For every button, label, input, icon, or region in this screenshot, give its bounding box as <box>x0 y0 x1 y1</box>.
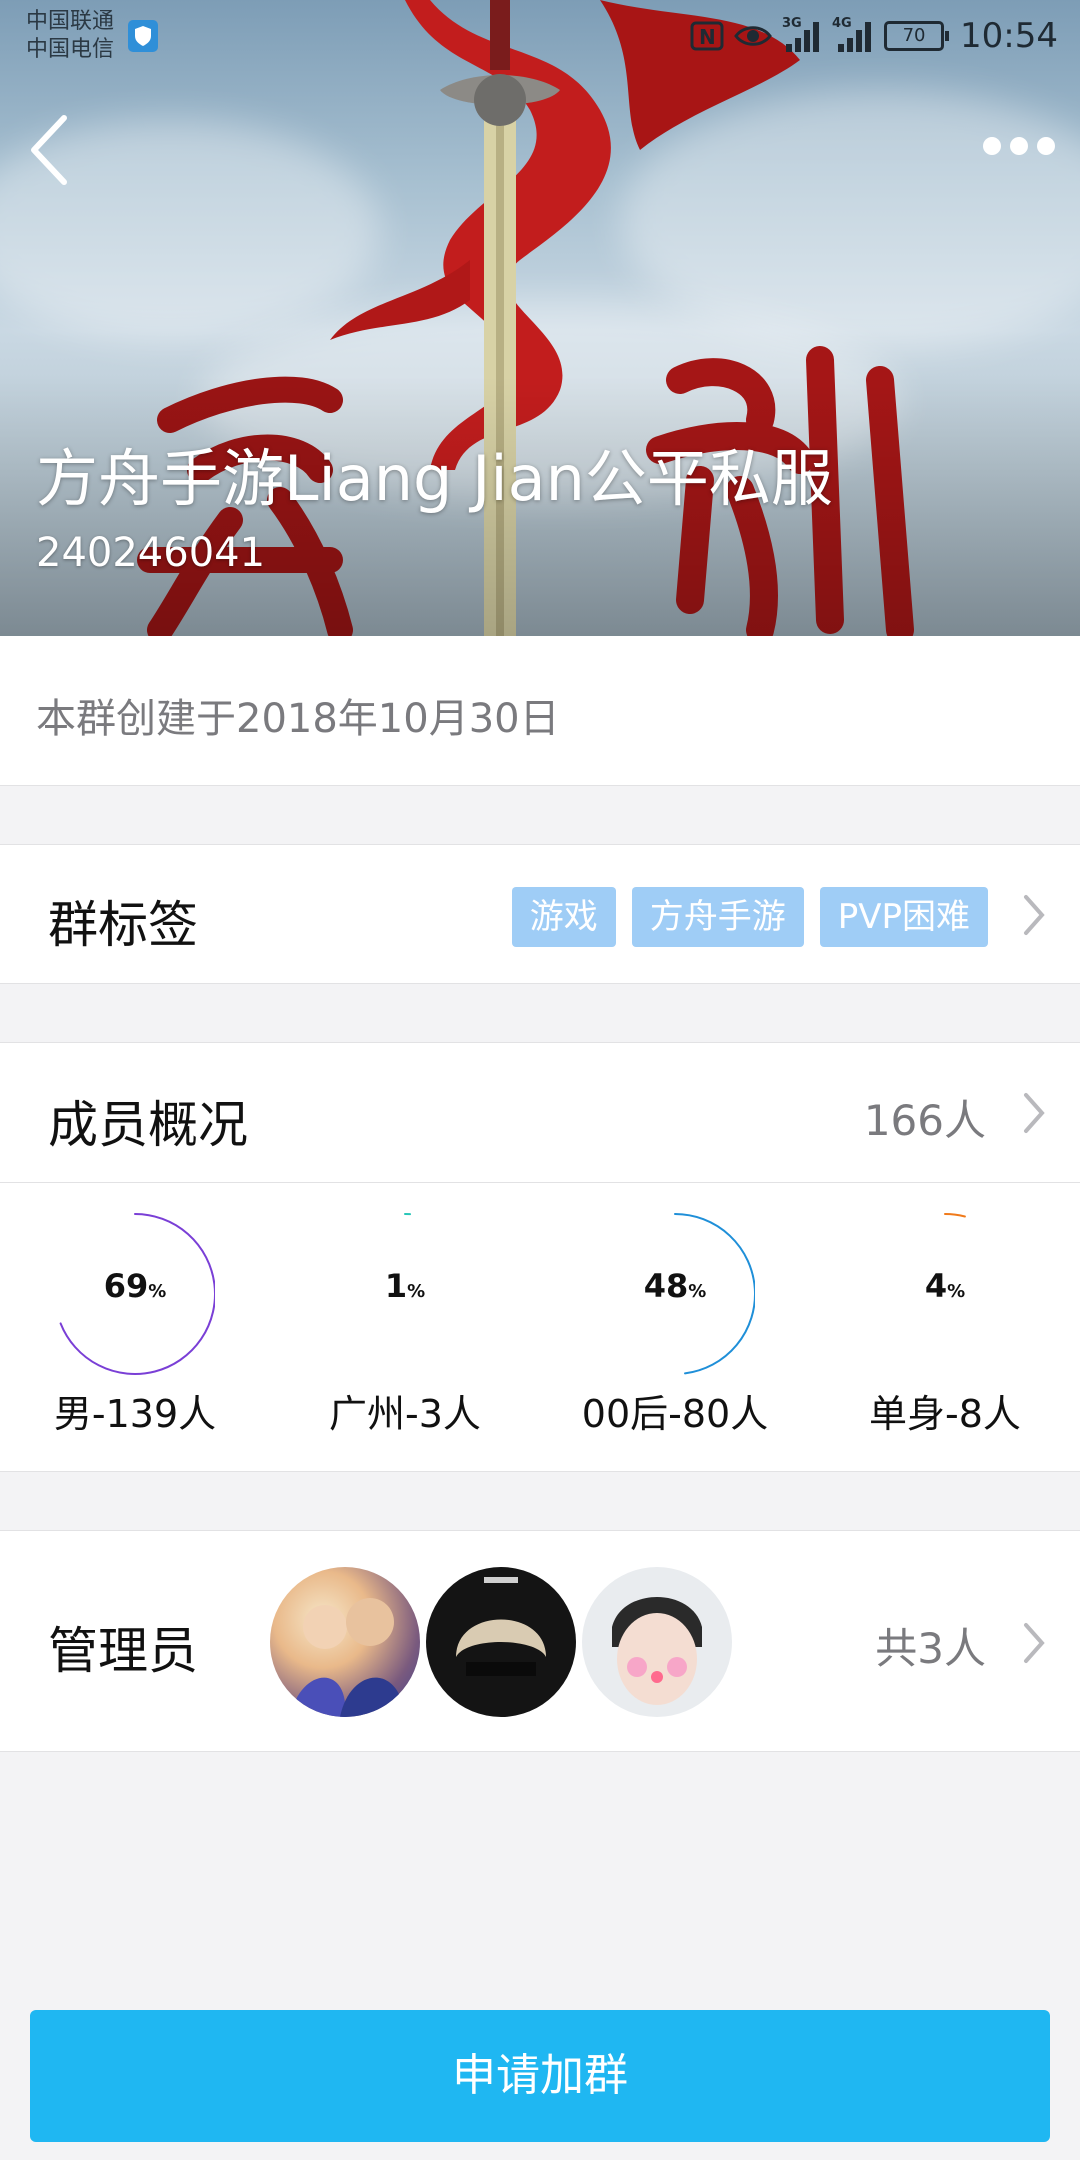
group-created-row: 本群创建于2018年10月30日 <box>0 636 1080 786</box>
clock: 10:54 <box>960 16 1058 56</box>
stat-age: 48% 00后-80人 <box>540 1183 810 1473</box>
carrier-info: 中国联通 中国电信 <box>26 8 114 64</box>
stat-percent-value: 48 <box>643 1267 689 1305</box>
group-cover-image: 中国联通 中国电信 N 3G 4G 70 10:54 方舟手游Liang Jia… <box>0 0 1080 636</box>
eye-icon <box>734 26 772 46</box>
group-id: 240246041 <box>36 530 266 576</box>
admins-count: 共3人 <box>875 1624 986 1673</box>
chevron-right-icon <box>1024 1623 1045 1663</box>
carrier-1: 中国联通 <box>26 9 115 34</box>
tag-list: 游戏 方舟手游 PVP困难 <box>511 887 988 947</box>
battery-level: 70 <box>902 25 926 46</box>
group-name: 方舟手游Liang Jian公平私服 <box>36 442 833 515</box>
tag-chip: PVP困难 <box>819 887 988 947</box>
more-options-button[interactable] <box>980 128 1058 164</box>
stat-label: 广州-3人 <box>329 1392 481 1436</box>
stat-percent-value: 4 <box>924 1267 948 1305</box>
stat-percent: 48% <box>643 1267 707 1305</box>
stat-label: 00后-80人 <box>581 1392 769 1436</box>
stat-label: 单身-8人 <box>869 1392 1021 1436</box>
nfc-icon: N <box>690 21 724 51</box>
stat-relationship: 4% 单身-8人 <box>810 1183 1080 1473</box>
members-overview-row[interactable]: 成员概况 166人 69% 男-139人 1% 广州-3人 48% 00后-80… <box>0 1042 1080 1472</box>
members-count: 166人 <box>863 1096 986 1145</box>
join-group-button[interactable]: 申请加群 <box>30 2010 1050 2142</box>
chevron-right-icon <box>1024 895 1045 935</box>
status-icons: N 3G 4G 70 10:54 <box>690 12 1058 60</box>
stat-percent: 4% <box>924 1267 966 1305</box>
chevron-right-icon <box>1024 1093 1045 1133</box>
stat-gender: 69% 男-139人 <box>0 1183 270 1473</box>
tags-label: 群标签 <box>48 896 198 954</box>
stat-percent: 1% <box>384 1267 426 1305</box>
admins-label: 管理员 <box>48 1622 198 1680</box>
admin-avatar[interactable] <box>270 1567 420 1717</box>
stat-percent: 69% <box>103 1267 167 1305</box>
signal-3g-icon: 3G <box>782 16 822 54</box>
stat-location: 1% 广州-3人 <box>270 1183 540 1473</box>
members-label: 成员概况 <box>48 1096 248 1154</box>
member-stats: 69% 男-139人 1% 广州-3人 48% 00后-80人 4% 单身-8人 <box>0 1183 1080 1473</box>
stat-label: 男-139人 <box>53 1392 217 1436</box>
admin-avatar[interactable] <box>582 1567 732 1717</box>
carrier-2: 中国电信 <box>26 37 115 62</box>
battery-icon: 70 <box>884 21 950 51</box>
admins-row[interactable]: 管理员 共3人 <box>0 1530 1080 1752</box>
group-tags-row[interactable]: 群标签 游戏 方舟手游 PVP困难 <box>0 844 1080 984</box>
back-button[interactable] <box>20 110 80 190</box>
shield-icon <box>128 20 158 52</box>
group-profile-page: 中国联通 中国电信 N 3G 4G 70 10:54 方舟手游Liang Jia… <box>0 0 1080 2160</box>
stat-percent-value: 1 <box>384 1267 408 1305</box>
status-bar: 中国联通 中国电信 N 3G 4G 70 10:54 <box>0 0 1080 72</box>
signal-4g-icon: 4G <box>832 16 874 54</box>
tag-chip: 游戏 <box>511 887 616 947</box>
stat-percent-value: 69 <box>103 1267 149 1305</box>
tag-chip: 方舟手游 <box>631 887 804 947</box>
svg-text:N: N <box>699 25 716 49</box>
group-created-text: 本群创建于2018年10月30日 <box>36 696 560 742</box>
admin-avatar[interactable] <box>426 1567 576 1717</box>
